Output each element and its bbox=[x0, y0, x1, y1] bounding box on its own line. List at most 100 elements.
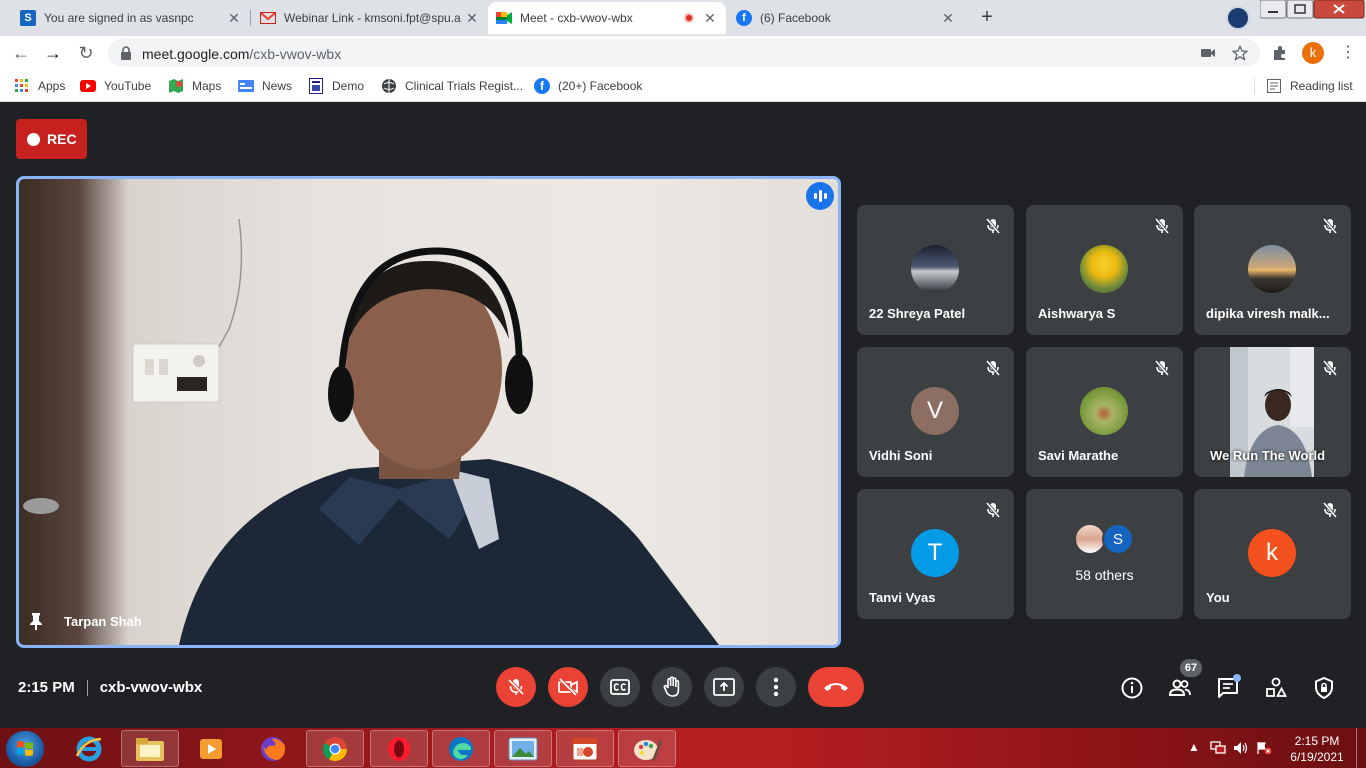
microphone-toggle-button[interactable] bbox=[496, 667, 536, 707]
reload-icon[interactable]: ↻ bbox=[75, 42, 97, 64]
ie-icon bbox=[75, 736, 102, 761]
present-screen-button[interactable] bbox=[704, 667, 744, 707]
forward-arrow-icon[interactable]: → bbox=[42, 42, 64, 64]
powerpoint-icon bbox=[572, 737, 598, 760]
show-hidden-icons-chevron-icon[interactable]: ▲ bbox=[1188, 740, 1200, 754]
host-controls-shield-icon[interactable] bbox=[1312, 676, 1336, 700]
action-center-flag-icon[interactable] bbox=[1256, 741, 1272, 755]
participant-tile[interactable]: T Tanvi Vyas bbox=[857, 489, 1014, 619]
reading-list-icon bbox=[1266, 78, 1282, 94]
taskbar-explorer[interactable] bbox=[121, 730, 179, 767]
bookmark-label: (20+) Facebook bbox=[558, 79, 643, 93]
bookmark-youtube[interactable]: YouTube bbox=[80, 76, 151, 96]
close-icon[interactable]: ✕ bbox=[940, 10, 956, 27]
url-host: meet.google.com bbox=[142, 46, 250, 62]
taskbar-chrome[interactable] bbox=[306, 730, 364, 767]
paint-icon bbox=[634, 739, 662, 761]
mic-off-icon bbox=[985, 502, 1001, 518]
volume-icon[interactable] bbox=[1233, 741, 1249, 755]
taskbar-edge[interactable] bbox=[432, 730, 490, 767]
recording-dot-icon bbox=[684, 13, 694, 23]
new-tab-button[interactable]: + bbox=[974, 6, 1000, 30]
address-bar[interactable]: meet.google.com/cxb-vwov-wbx bbox=[108, 39, 1260, 67]
recording-indicator[interactable]: REC bbox=[16, 119, 87, 159]
bookmark-demo[interactable]: Demo bbox=[308, 76, 364, 96]
bookmark-facebook[interactable]: f (20+) Facebook bbox=[534, 76, 642, 96]
captions-button[interactable] bbox=[600, 667, 640, 707]
participant-avatar-initial: k bbox=[1248, 529, 1296, 577]
others-tile[interactable]: S 58 others bbox=[1026, 489, 1183, 619]
divider bbox=[86, 679, 88, 696]
taskbar-paint[interactable] bbox=[618, 730, 676, 767]
more-vert-icon bbox=[773, 677, 779, 697]
info-icon[interactable] bbox=[1120, 676, 1144, 700]
mic-off-icon bbox=[1322, 360, 1338, 376]
explorer-icon bbox=[136, 737, 164, 761]
participant-name: Vidhi Soni bbox=[869, 448, 933, 463]
extensions-puzzle-icon[interactable] bbox=[1271, 44, 1289, 62]
bookmark-label: YouTube bbox=[104, 79, 152, 93]
profile-avatar[interactable]: k bbox=[1302, 42, 1324, 64]
record-icon bbox=[27, 132, 40, 146]
tab-title: Webinar Link - kmsoni.fpt@spu.a bbox=[284, 11, 461, 25]
bookmark-news[interactable]: News bbox=[238, 76, 292, 96]
star-icon[interactable] bbox=[1232, 45, 1248, 61]
opera-icon bbox=[388, 736, 410, 761]
hand-icon bbox=[663, 676, 680, 697]
taskbar-media-player[interactable] bbox=[182, 730, 240, 767]
taskbar-opera[interactable] bbox=[370, 730, 428, 767]
tab-title: (6) Facebook bbox=[760, 11, 831, 25]
reading-list-button[interactable]: Reading list bbox=[1266, 76, 1353, 96]
bookmark-clinical-trials[interactable]: Clinical Trials Regist... bbox=[381, 76, 523, 96]
tab-webinar-link[interactable]: Webinar Link - kmsoni.fpt@spu.a ✕ bbox=[252, 2, 488, 34]
participant-avatar-photo bbox=[911, 245, 959, 293]
camera-toggle-button[interactable] bbox=[548, 667, 588, 707]
main-speaker-video[interactable] bbox=[16, 176, 841, 648]
close-icon[interactable]: ✕ bbox=[226, 10, 242, 27]
participant-tile[interactable]: dipika viresh malk... bbox=[1194, 205, 1351, 335]
participant-tile[interactable]: Savi Marathe bbox=[1026, 347, 1183, 477]
leave-call-button[interactable] bbox=[808, 667, 864, 707]
pin-icon[interactable] bbox=[28, 612, 44, 630]
tab-meet[interactable]: Meet - cxb-vwov-wbx ✕ bbox=[488, 2, 726, 34]
chrome-icon bbox=[322, 736, 347, 761]
mic-off-icon bbox=[985, 360, 1001, 376]
close-icon[interactable]: ✕ bbox=[702, 10, 718, 27]
mic-off-icon bbox=[507, 678, 525, 696]
bookmark-apps[interactable]: Apps bbox=[14, 76, 65, 96]
participant-tile[interactable]: We Run The World bbox=[1194, 347, 1351, 477]
participant-tile[interactable]: V Vidhi Soni bbox=[857, 347, 1014, 477]
show-desktop-button[interactable] bbox=[1356, 728, 1366, 768]
maps-icon bbox=[168, 78, 184, 94]
participant-avatar-photo bbox=[1080, 245, 1128, 293]
participant-tile[interactable]: Aishwarya S bbox=[1026, 205, 1183, 335]
tab-signed-in[interactable]: S You are signed in as vasnpc ✕ bbox=[12, 2, 250, 34]
taskbar-ie[interactable] bbox=[60, 730, 118, 767]
raise-hand-button[interactable] bbox=[652, 667, 692, 707]
browser-toolbar: ← → ↻ meet.google.com/cxb-vwov-wbx bbox=[0, 36, 1366, 70]
activities-icon[interactable] bbox=[1264, 676, 1288, 700]
close-icon[interactable]: ✕ bbox=[464, 10, 480, 27]
taskbar-firefox[interactable] bbox=[244, 730, 302, 767]
self-tile[interactable]: k You bbox=[1194, 489, 1351, 619]
speaking-indicator-icon bbox=[806, 182, 834, 210]
back-arrow-icon[interactable]: ← bbox=[10, 42, 32, 64]
taskbar-powerpoint[interactable] bbox=[556, 730, 614, 767]
bookmark-label: Maps bbox=[192, 79, 222, 93]
people-count-badge: 67 bbox=[1180, 659, 1202, 677]
network-icon[interactable] bbox=[1210, 741, 1226, 755]
more-options-button[interactable] bbox=[756, 667, 796, 707]
participant-tile[interactable]: 22 Shreya Patel bbox=[857, 205, 1014, 335]
taskbar-photo-viewer[interactable] bbox=[494, 730, 552, 767]
system-clock[interactable]: 2:15 PM 6/19/2021 bbox=[1284, 733, 1350, 765]
chevron-down-icon[interactable] bbox=[1226, 6, 1250, 30]
gmail-icon bbox=[260, 10, 276, 26]
start-button[interactable] bbox=[6, 731, 44, 767]
more-vert-icon[interactable]: ⋮ bbox=[1340, 42, 1356, 64]
participant-name: We Run The World bbox=[1210, 448, 1326, 463]
tab-facebook[interactable]: f (6) Facebook ✕ bbox=[728, 2, 964, 34]
bookmark-maps[interactable]: Maps bbox=[168, 76, 221, 96]
people-icon[interactable] bbox=[1168, 676, 1192, 700]
mic-off-icon bbox=[1154, 218, 1170, 234]
camera-icon[interactable] bbox=[1200, 45, 1216, 61]
